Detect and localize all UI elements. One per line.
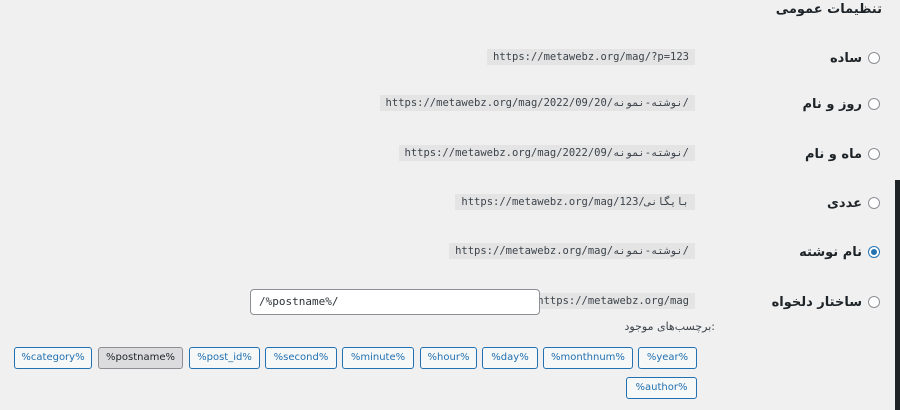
url-example-plain: https://metawebz.org/mag/?p=123 <box>487 49 695 65</box>
tag-day-button[interactable]: %day% <box>482 347 538 369</box>
url-example-numeric: https://metawebz.org/mag/بایگانی/123 <box>455 194 695 210</box>
tag-second-button[interactable]: %second% <box>265 347 337 369</box>
radio-plain[interactable] <box>868 52 880 64</box>
option-label-numeric: عددی <box>827 195 862 211</box>
url-example-month-name: https://metawebz.org/mag/2022/09/نوشته-ن… <box>398 145 695 161</box>
radio-day-name[interactable] <box>868 98 880 110</box>
scroll-rail[interactable] <box>895 180 900 410</box>
permalink-option-plain[interactable]: ساده https://metawebz.org/mag/?p=123 <box>0 47 880 71</box>
permalink-option-numeric[interactable]: عددی https://metawebz.org/mag/بایگانی/12… <box>0 192 880 216</box>
radio-numeric[interactable] <box>868 197 880 209</box>
tag-post-id-button[interactable]: %post_id% <box>189 347 260 369</box>
custom-structure-input[interactable]: /%postname%/ <box>250 289 540 315</box>
radio-custom[interactable] <box>868 296 880 308</box>
tag-hour-button[interactable]: %hour% <box>420 347 477 369</box>
radio-month-name[interactable] <box>868 148 880 160</box>
permalink-option-post-name[interactable]: نام نوشته https://metawebz.org/mag/نوشته… <box>0 241 880 265</box>
tag-postname-button[interactable]: %postname% <box>98 347 183 369</box>
tag-author-button[interactable]: %author% <box>626 377 697 399</box>
radio-post-name[interactable] <box>868 246 880 258</box>
tag-year-button[interactable]: %year% <box>638 347 697 369</box>
permalink-option-day-name[interactable]: روز و نام https://metawebz.org/mag/2022/… <box>0 93 880 117</box>
url-example-post-name: https://metawebz.org/mag/نوشته-نمونه/ <box>449 243 695 259</box>
section-title: تنظیمات عمومی <box>775 2 882 17</box>
option-label-day-name: روز و نام <box>802 96 862 112</box>
option-label-post-name: نام نوشته <box>799 244 862 260</box>
available-tags-label: برچسب‌های موجود: <box>624 320 715 333</box>
tag-monthnum-button[interactable]: %monthnum% <box>543 347 633 369</box>
option-label-custom: ساختار دلخواه <box>771 294 862 310</box>
tag-category-button[interactable]: %category% <box>14 347 92 369</box>
custom-base-url: https://metawebz.org/mag <box>531 293 695 309</box>
permalink-option-month-name[interactable]: ماه و نام https://metawebz.org/mag/2022/… <box>0 143 880 167</box>
tag-minute-button[interactable]: %minute% <box>342 347 414 369</box>
option-label-plain: ساده <box>829 50 862 66</box>
option-label-month-name: ماه و نام <box>804 146 862 162</box>
url-example-day-name: https://metawebz.org/mag/2022/09/20/نوشت… <box>379 95 695 111</box>
